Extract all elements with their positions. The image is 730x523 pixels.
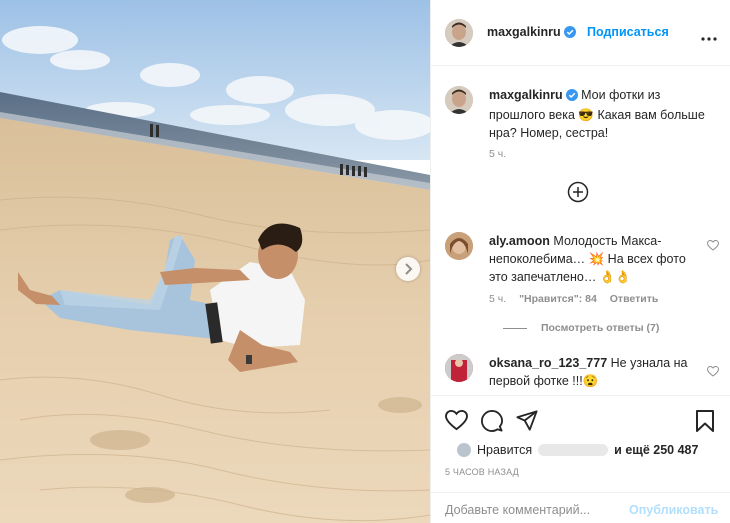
comment-item: oksana_ro_123_777 Не узнала на первой фо… — [445, 354, 725, 394]
follow-button[interactable]: Подписаться — [587, 25, 669, 39]
publish-button[interactable]: Опубликовать — [629, 503, 718, 517]
add-comment-bar: Опубликовать — [431, 492, 730, 523]
paper-plane-icon[interactable] — [516, 410, 538, 434]
comment-like-icon[interactable] — [706, 239, 720, 254]
comment-like-icon[interactable] — [706, 365, 720, 380]
comment-username[interactable]: aly.amoon — [489, 234, 550, 248]
comment-input[interactable] — [445, 503, 625, 517]
caption-body: maxgalkinru Мои фотки из прошлого века 😎… — [489, 86, 709, 142]
chevron-right-icon — [403, 263, 413, 275]
carousel-next-button[interactable] — [396, 257, 420, 281]
verified-badge-icon — [563, 26, 576, 41]
verified-badge-icon — [565, 88, 578, 106]
replies-divider — [503, 327, 527, 329]
likes-summary[interactable]: Нравится и ещё 250 487 — [445, 443, 698, 457]
bookmark-icon[interactable] — [695, 410, 715, 435]
view-replies-button[interactable]: Посмотреть ответы (7) — [503, 322, 659, 334]
caption-avatar[interactable] — [445, 86, 473, 114]
beach-photo-image — [0, 0, 430, 523]
post-time-ago[interactable]: 5 ЧАСОВ НАЗАД — [445, 467, 519, 477]
liker-avatar — [457, 443, 471, 457]
comment-bubble-icon[interactable] — [481, 410, 503, 435]
more-dots-icon[interactable] — [701, 30, 717, 44]
comment-item: aly.amoon Молодость Макса-непоколебима… … — [445, 232, 725, 342]
comment-likes-count[interactable]: "Нравится": 84 — [519, 293, 597, 305]
comment-meta: 5 ч. "Нравится": 84 Ответить — [489, 293, 668, 305]
comment-time: 5 ч. — [489, 293, 507, 305]
author-avatar[interactable] — [445, 19, 473, 47]
comment-body: oksana_ro_123_777 Не узнала на первой фо… — [489, 354, 701, 390]
view-replies-label: Посмотреть ответы (7) — [541, 322, 660, 334]
author-username[interactable]: maxgalkinru — [487, 25, 561, 39]
comment-body: aly.amoon Молодость Макса-непоколебима… … — [489, 232, 701, 286]
comment-avatar[interactable] — [445, 232, 473, 260]
comment-avatar[interactable] — [445, 354, 473, 382]
plus-circle-icon[interactable] — [567, 181, 589, 206]
post-header: maxgalkinru Подписаться — [431, 0, 730, 66]
caption-time: 5 ч. — [489, 148, 507, 160]
likes-suffix[interactable]: и ещё 250 487 — [614, 443, 698, 457]
liker-name-blurred[interactable] — [538, 444, 609, 456]
reply-button[interactable]: Ответить — [610, 293, 659, 305]
likes-prefix: Нравится — [477, 443, 533, 457]
comment-username[interactable]: oksana_ro_123_777 — [489, 356, 607, 370]
heart-icon[interactable] — [445, 409, 468, 434]
caption-username[interactable]: maxgalkinru — [489, 88, 563, 102]
post-actions: Нравится и ещё 250 487 5 ЧАСОВ НАЗАД Опу… — [431, 395, 730, 523]
post-details-pane: maxgalkinru Подписаться maxgalkinru Мои … — [430, 0, 730, 523]
post-photo[interactable] — [0, 0, 430, 523]
